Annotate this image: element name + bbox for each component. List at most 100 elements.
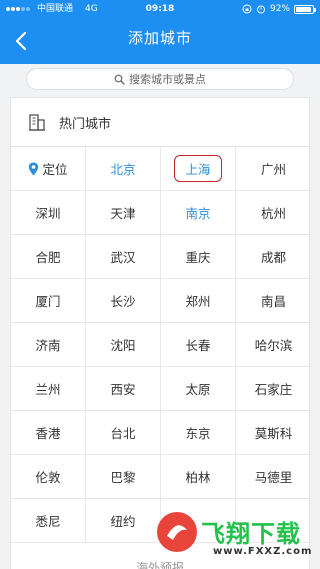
city-cell[interactable]: 南京 [161, 191, 236, 234]
city-cell[interactable]: 广州 [236, 147, 311, 190]
city-name: 北京 [110, 162, 136, 177]
search-icon [114, 74, 125, 85]
city-row: 伦敦 巴黎 柏林 马德里 [11, 455, 311, 499]
app-header: 中国联通 4G 09:18 92% 添加城市 [0, 0, 320, 64]
city-cell[interactable]: 巴黎 [86, 455, 161, 498]
city-name: 南昌 [260, 294, 286, 309]
city-name: 哈尔滨 [254, 338, 293, 353]
city-name: 马德里 [254, 470, 293, 485]
city-name: 郑州 [185, 294, 211, 309]
city-name: 巴黎 [110, 470, 136, 485]
city-cell[interactable]: 台北 [86, 411, 161, 454]
city-name: 济南 [35, 338, 61, 353]
city-cell[interactable]: 济南 [11, 323, 86, 366]
status-right: 92% [242, 0, 316, 18]
city-cell[interactable]: 哈尔滨 [236, 323, 311, 366]
city-name: 重庆 [185, 250, 211, 265]
alarm-icon [256, 5, 265, 14]
city-cell[interactable]: 杭州 [236, 191, 311, 234]
city-cell[interactable]: 北京 [86, 147, 161, 190]
city-name: 西安 [110, 382, 136, 397]
empty-cell [161, 499, 236, 542]
city-cell[interactable]: 成都 [236, 235, 311, 278]
empty-cell [236, 499, 311, 542]
city-name: 深圳 [35, 206, 61, 221]
city-cell[interactable]: 天津 [86, 191, 161, 234]
city-name: 南京 [185, 206, 211, 221]
city-name: 沈阳 [110, 338, 136, 353]
building-icon [29, 114, 45, 131]
city-row: 悉尼 纽约 [11, 499, 311, 543]
status-bar: 中国联通 4G 09:18 92% [0, 0, 320, 18]
city-name: 成都 [260, 250, 286, 265]
city-row: 深圳 天津 南京 杭州 [11, 191, 311, 235]
city-cell[interactable]: 武汉 [86, 235, 161, 278]
city-row: 定位 北京 上海 广州 [11, 147, 311, 191]
city-name: 东京 [185, 426, 211, 441]
city-cell[interactable]: 马德里 [236, 455, 311, 498]
city-cell[interactable]: 合肥 [11, 235, 86, 278]
city-cell[interactable]: 莫斯科 [236, 411, 311, 454]
city-name: 太原 [185, 382, 211, 397]
city-cell-selected[interactable]: 上海 [161, 147, 236, 190]
page-title: 添加城市 [127, 29, 192, 47]
city-name: 莫斯科 [254, 426, 293, 441]
city-cell[interactable]: 深圳 [11, 191, 86, 234]
hot-cities-header: 热门城市 [11, 98, 311, 147]
search-placeholder: 搜索城市或景点 [129, 73, 206, 86]
city-name: 天津 [110, 206, 136, 221]
city-cell[interactable]: 厦门 [11, 279, 86, 322]
city-name: 兰州 [35, 382, 61, 397]
city-cell[interactable]: 石家庄 [236, 367, 311, 410]
city-name: 上海 [174, 155, 222, 182]
city-name: 杭州 [260, 206, 286, 221]
city-cell[interactable]: 长沙 [86, 279, 161, 322]
battery-percent: 92% [269, 4, 290, 14]
city-cell[interactable]: 兰州 [11, 367, 86, 410]
search-input[interactable]: 搜索城市或景点 [26, 68, 294, 90]
city-cell[interactable]: 郑州 [161, 279, 236, 322]
city-name: 纽约 [110, 514, 136, 529]
city-name: 广州 [260, 162, 286, 177]
city-row: 合肥 武汉 重庆 成都 [11, 235, 311, 279]
city-cell[interactable]: 伦敦 [11, 455, 86, 498]
city-name: 长沙 [110, 294, 136, 309]
battery-fill [296, 6, 311, 12]
overseas-section-label: 海外预报 [135, 561, 184, 569]
city-cell[interactable]: 太原 [161, 367, 236, 410]
locate-label: 定位 [42, 162, 68, 177]
city-name: 伦敦 [35, 470, 61, 485]
city-cell[interactable]: 柏林 [161, 455, 236, 498]
city-name: 柏林 [185, 470, 211, 485]
city-cell[interactable]: 沈阳 [86, 323, 161, 366]
city-cell[interactable]: 西安 [86, 367, 161, 410]
city-row: 济南 沈阳 长春 哈尔滨 [11, 323, 311, 367]
city-row: 香港 台北 东京 莫斯科 [11, 411, 311, 455]
city-name: 香港 [35, 426, 61, 441]
city-name: 合肥 [35, 250, 61, 265]
locate-button[interactable]: 定位 [11, 147, 86, 190]
city-name: 武汉 [110, 250, 136, 265]
city-name: 台北 [110, 426, 136, 441]
city-cell[interactable]: 香港 [11, 411, 86, 454]
city-row: 厦门 长沙 郑州 南昌 [11, 279, 311, 323]
city-cell[interactable]: 南昌 [236, 279, 311, 322]
city-cell[interactable]: 悉尼 [11, 499, 86, 542]
city-row: 兰州 西安 太原 石家庄 [11, 367, 311, 411]
location-pin-icon [29, 162, 39, 175]
city-cell[interactable]: 重庆 [161, 235, 236, 278]
city-name: 悉尼 [35, 514, 61, 529]
city-cell[interactable]: 纽约 [86, 499, 161, 542]
hot-cities-panel: 热门城市 定位 北京 上海 广州深圳 天津 南京 杭州合肥 武汉 重庆 成都厦门 长沙 郑州 南昌济南 沈… [10, 97, 311, 569]
city-grid: 定位 北京 上海 广州深圳 天津 南京 杭州合肥 武汉 重庆 成都厦门 长沙 郑州 南昌济南 沈阳 长春 哈尔… [11, 147, 311, 543]
city-name: 厦门 [35, 294, 61, 309]
nav-bar: 添加城市 [0, 18, 320, 64]
lock-rotation-icon [242, 4, 252, 14]
city-name: 石家庄 [254, 382, 293, 397]
city-name: 长春 [185, 338, 211, 353]
city-cell[interactable]: 东京 [161, 411, 236, 454]
search-area: 搜索城市或景点 [0, 64, 320, 90]
hot-cities-title: 热门城市 [59, 116, 112, 132]
battery-icon [294, 4, 316, 14]
city-cell[interactable]: 长春 [161, 323, 236, 366]
